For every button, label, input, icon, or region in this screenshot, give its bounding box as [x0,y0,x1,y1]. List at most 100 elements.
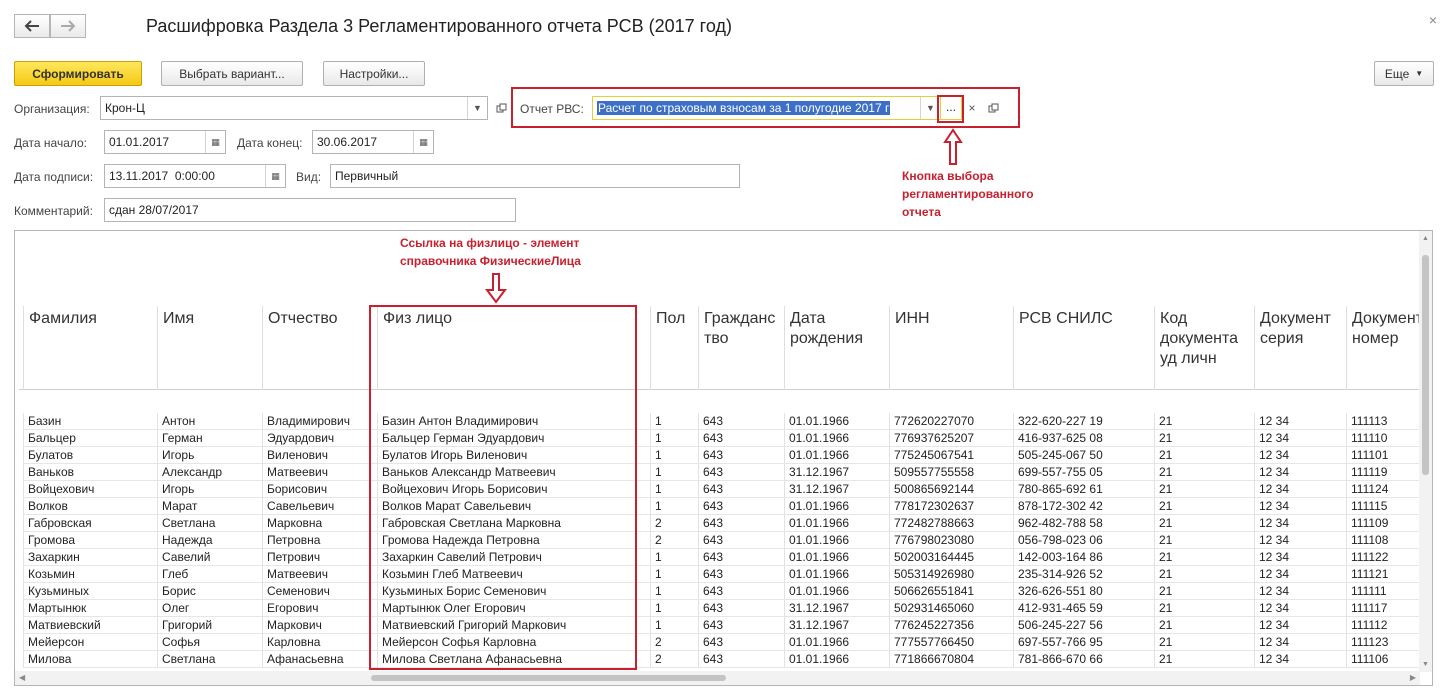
cell-name: Григорий [157,617,262,634]
cell-surname: Войцехович [23,481,157,498]
cell-snils: 056-798-023 06 [1013,532,1154,549]
cell-doc-number: 111124 [1346,481,1426,498]
cell-citizenship: 643 [698,481,784,498]
table-row[interactable]: Ваньков Александр Матвеевич Ваньков Алексан… [15,464,1426,481]
cell-sex: 1 [650,583,698,600]
cell-surname: Волков [23,498,157,515]
scroll-up-icon[interactable]: ▲ [1422,235,1429,242]
pick-button-note: Кнопка выбора регламентированного отчета [902,169,1034,219]
cell-sex: 1 [650,566,698,583]
table-header: Фамилия Имя Отчество Физ лицо Пол Гражданс тво… [19,306,1423,390]
cell-citizenship: 643 [698,515,784,532]
calendar-icon[interactable]: ▦ [205,131,225,153]
table-row[interactable]: Кузьминых Борис Семенович Кузьминых Борис С… [15,583,1426,600]
cell-doc-number: 111101 [1346,447,1426,464]
calendar-icon[interactable]: ▦ [265,165,285,187]
table-row[interactable]: Габровская Светлана Марковна Габровская Све… [15,515,1426,532]
table-row[interactable]: Волков Марат Савельевич Волков Марат Савель… [15,498,1426,515]
kind-field[interactable]: Первичный [330,164,740,188]
table-row[interactable]: Громова Надежда Петровна Громова Надежда Пе… [15,532,1426,549]
cell-citizenship: 643 [698,634,784,651]
cell-doc-code: 21 [1154,566,1254,583]
cell-snils: 412-931-465 59 [1013,600,1154,617]
table-row[interactable]: Мейерсон Софья Карловна Мейерсон Софья Карл… [15,634,1426,651]
header-citizenship: Гражданс тво [698,306,784,390]
cell-inn: 505314926980 [889,566,1013,583]
horizontal-scroll-thumb[interactable] [371,675,726,681]
cell-citizenship: 643 [698,413,784,430]
cell-name: Игорь [157,447,262,464]
table-row[interactable]: Булатов Игорь Виленович Булатов Игорь Вилен… [15,447,1426,464]
cell-name: Герман [157,430,262,447]
sign-date-value: 13.11.2017 0:00:00 [109,169,215,183]
header-doc-series: Документ серия [1254,306,1346,390]
cell-sex: 2 [650,651,698,668]
open-icon[interactable] [492,99,510,117]
person-link-note: Ссылка на физлицо - элемент справочника … [400,236,581,268]
cell-birth-date: 01.01.1966 [784,413,889,430]
cell-inn: 506626551841 [889,583,1013,600]
organization-field[interactable]: Крон-Ц ▼ [100,96,488,120]
sign-date-field[interactable]: 13.11.2017 0:00:00 ▦ [104,164,286,188]
table-row[interactable]: Бальцер Герман Эдуардович Бальцер Герман Эд… [15,430,1426,447]
cell-birth-date: 01.01.1966 [784,498,889,515]
table-row[interactable]: Козьмин Глеб Матвеевич Козьмин Глеб Матвеев… [15,566,1426,583]
date-start-label: Дата начало: [14,136,88,150]
cell-patronymic: Савельевич [262,498,377,515]
scroll-right-icon[interactable]: ▶ [1410,673,1416,682]
vertical-scroll-thumb[interactable] [1422,255,1429,475]
cell-birth-date: 31.12.1967 [784,464,889,481]
table-row[interactable]: Захаркин Савелий Петрович Захаркин Савелий … [15,549,1426,566]
scroll-left-icon[interactable]: ◀ [19,673,25,682]
scroll-down-icon[interactable]: ▼ [1422,661,1429,668]
cell-birth-date: 01.01.1966 [784,651,889,668]
cell-snils: 235-314-926 52 [1013,566,1154,583]
choose-variant-button[interactable]: Выбрать вариант... [161,61,303,86]
table-row[interactable]: Войцехович Игорь Борисович Войцехович Игорь… [15,481,1426,498]
forward-button[interactable] [50,14,86,38]
table-row[interactable]: Мартынюк Олег Егорович Мартынюк Олег Егоров… [15,600,1426,617]
report-spreadsheet[interactable]: Фамилия Имя Отчество Физ лицо Пол Гражданс тво… [14,230,1433,686]
person-column-highlight-box [369,305,637,670]
date-start-field[interactable]: 01.01.2017 ▦ [104,130,226,154]
cell-sex: 1 [650,464,698,481]
cell-doc-number: 111109 [1346,515,1426,532]
date-end-value: 30.06.2017 [317,135,378,149]
table-row[interactable]: Базин Антон Владимирович Базин Антон Владим… [15,413,1426,430]
date-end-field[interactable]: 30.06.2017 ▦ [312,130,434,154]
more-button[interactable]: Еще ▼ [1374,61,1434,86]
header-birth-date: Дата рождения [784,306,889,390]
vertical-scrollbar[interactable]: ▲ ▼ [1419,231,1432,672]
comment-field[interactable]: сдан 28/07/2017 [104,198,516,222]
cell-patronymic: Егорович [262,600,377,617]
cell-name: Игорь [157,481,262,498]
cell-patronymic: Карловна [262,634,377,651]
dropdown-icon[interactable]: ▼ [467,97,487,119]
cell-inn: 500865692144 [889,481,1013,498]
cell-doc-code: 21 [1154,532,1254,549]
organization-label: Организация: [14,102,90,116]
back-button[interactable] [14,14,50,38]
settings-button[interactable]: Настройки... [323,61,425,86]
cell-name: Глеб [157,566,262,583]
arrow-left-icon [24,20,39,32]
header-snils: РСВ СНИЛС [1013,306,1154,390]
cell-inn: 772482788663 [889,515,1013,532]
cell-snils: 505-245-067 50 [1013,447,1154,464]
cell-snils: 506-245-227 56 [1013,617,1154,634]
close-icon[interactable]: × [1429,12,1437,28]
generate-button[interactable]: Сформировать [14,61,142,86]
table-row[interactable]: Милова Светлана Афанасьевна Милова Светлана… [15,651,1426,668]
table-row[interactable]: Матвиевский Григорий Маркович Матвиевский Г… [15,617,1426,634]
cell-snils: 697-557-766 95 [1013,634,1154,651]
horizontal-scrollbar[interactable]: ◀ ▶ [15,671,1420,685]
cell-birth-date: 01.01.1966 [784,549,889,566]
cell-sex: 2 [650,634,698,651]
cell-surname: Мейерсон [23,634,157,651]
cell-inn: 771866670804 [889,651,1013,668]
cell-name: Антон [157,413,262,430]
cell-citizenship: 643 [698,549,784,566]
calendar-icon[interactable]: ▦ [413,131,433,153]
cell-name: Борис [157,583,262,600]
cell-sex: 2 [650,515,698,532]
